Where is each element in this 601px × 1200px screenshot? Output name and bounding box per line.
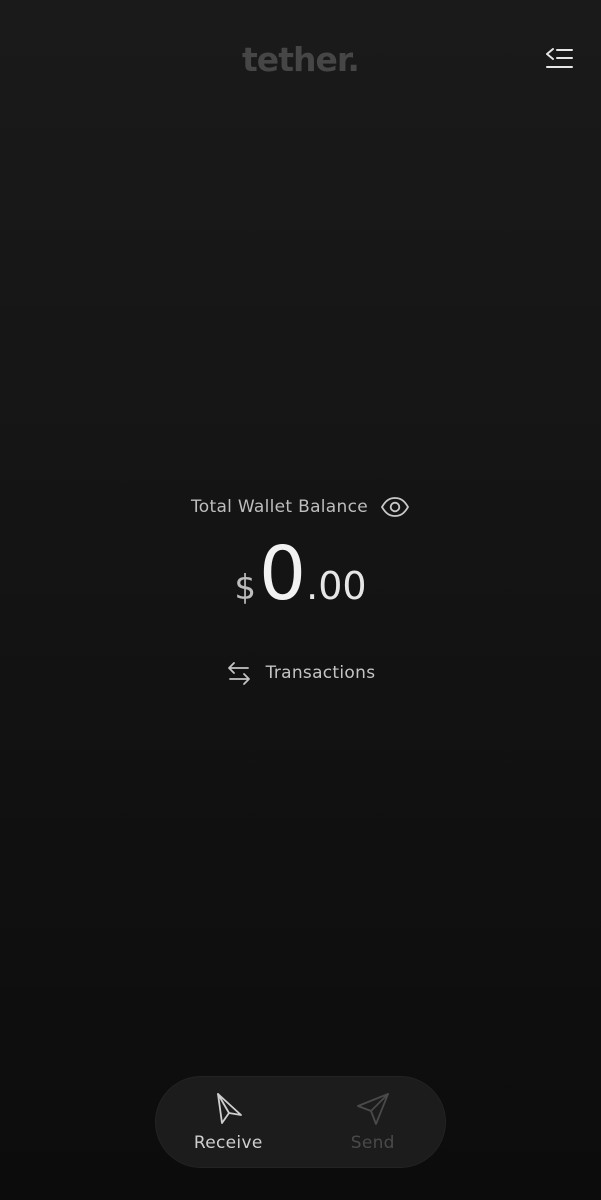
eye-icon[interactable]	[380, 496, 410, 518]
send-button[interactable]: Send	[301, 1077, 446, 1167]
bottom-action-bar: Receive Send	[155, 1076, 446, 1168]
receive-button[interactable]: Receive	[156, 1077, 301, 1167]
menu-collapse-icon	[546, 48, 573, 68]
receive-arrow-icon	[217, 1093, 243, 1124]
balance-label-row: Total Wallet Balance	[0, 494, 601, 520]
menu-button[interactable]	[542, 44, 576, 74]
tether-logo: tether.	[242, 40, 360, 79]
transactions-label: Transactions	[265, 663, 376, 683]
balance-decimal: .00	[306, 564, 367, 608]
send-label: Send	[350, 1133, 395, 1153]
transactions-row: Transactions	[0, 659, 601, 687]
wallet-screen: tether. Total Wallet Balance $ 0 .00 Tra…	[0, 0, 601, 1200]
balance-label: Total Wallet Balance	[190, 497, 369, 517]
send-paper-plane-icon	[356, 1093, 389, 1125]
balance-section: Total Wallet Balance $ 0 .00	[0, 494, 601, 614]
balance-integer: 0	[259, 531, 307, 617]
receive-label: Receive	[193, 1133, 263, 1153]
swap-arrows-icon	[227, 662, 250, 685]
transactions-button[interactable]: Transactions	[226, 660, 376, 686]
currency-symbol: $	[234, 568, 257, 608]
balance-amount: $ 0 .00	[0, 534, 601, 614]
